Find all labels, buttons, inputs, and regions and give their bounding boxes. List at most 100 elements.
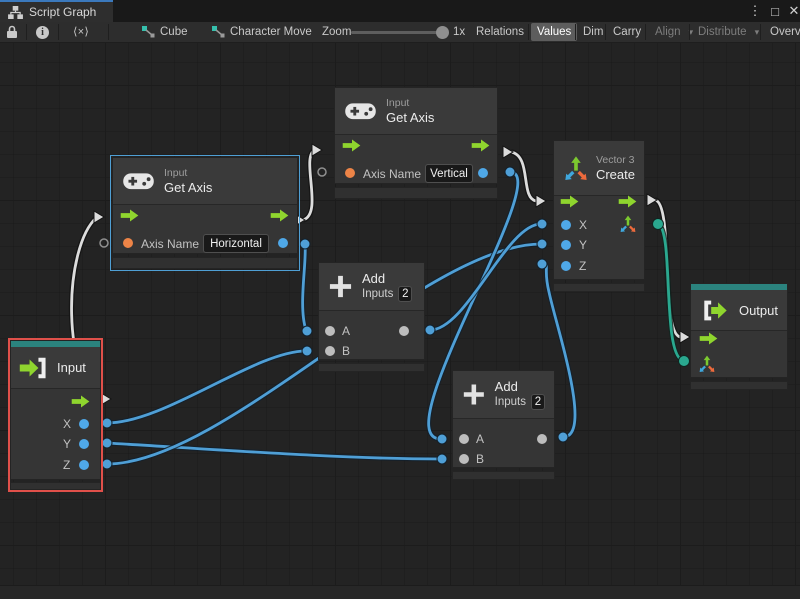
add-a-port[interactable] — [459, 434, 469, 444]
gamepad-icon — [122, 171, 155, 192]
flow-out-port[interactable] — [471, 139, 491, 152]
node-title: Get Axis — [164, 180, 212, 195]
breadcrumb-cube[interactable]: Cube — [142, 22, 188, 42]
z-label: Z — [63, 458, 70, 472]
node-title: Add — [495, 379, 545, 394]
breadcrumb-cube-label: Cube — [160, 26, 188, 38]
node-get-axis-horizontal[interactable]: Input Get Axis Axis Name Horizontal — [112, 157, 298, 269]
inputs-count-field[interactable]: 2 — [531, 394, 545, 410]
axis-name-port[interactable] — [345, 168, 355, 178]
code-icon: ⟨×⟩ — [72, 25, 89, 39]
inputs-label: Inputs — [362, 288, 393, 300]
node-kicker: Input — [164, 167, 212, 180]
tab-script-graph[interactable]: Script Graph — [0, 0, 113, 22]
info-button[interactable]: i — [36, 22, 49, 42]
script-graph-window: Input Get Axis Axis Name Horizontal Inpu… — [0, 0, 800, 599]
axis-name-field[interactable]: Vertical — [425, 164, 473, 183]
x-label: X — [579, 218, 587, 232]
node-input[interactable]: Input X Y Z — [8, 338, 103, 492]
value-wire-getaxis-h-to-add1-a[interactable] — [303, 244, 306, 330]
node-add-2[interactable]: Add Inputs 2 A B — [452, 370, 555, 480]
flow-out-port[interactable] — [270, 209, 290, 222]
y-label: Y — [579, 238, 587, 252]
info-icon: i — [36, 26, 49, 39]
zoom-slider-track[interactable] — [351, 31, 447, 34]
overview-button[interactable]: Overv — [764, 22, 800, 42]
gamepad-icon — [344, 101, 377, 122]
breadcrumb-character-move-label: Character Move — [230, 26, 312, 38]
node-add-1[interactable]: Add Inputs 2 A B — [318, 262, 425, 372]
vector3-icon — [563, 154, 589, 183]
distribute-dropdown[interactable]: Distribute ▾ — [692, 22, 765, 42]
input-icon — [18, 356, 50, 380]
add-result-port[interactable] — [399, 326, 409, 336]
flow-in-port[interactable] — [699, 332, 719, 345]
axis-name-label: Axis Name — [141, 237, 199, 251]
maximize-icon[interactable]: □ — [765, 0, 785, 22]
add-b-label: B — [476, 452, 484, 466]
graph-icon — [8, 6, 23, 19]
flow-out-port[interactable] — [71, 395, 91, 408]
breadcrumb-character-move[interactable]: Character Move — [212, 22, 312, 42]
zoom-slider-handle[interactable] — [436, 26, 449, 39]
lock-button[interactable] — [6, 22, 18, 42]
graph-unit-icon — [212, 26, 225, 38]
add-b-port[interactable] — [325, 346, 335, 356]
y-label: Y — [63, 437, 71, 451]
inputs-count-field[interactable]: 2 — [398, 286, 412, 302]
tab-label: Script Graph — [29, 5, 96, 19]
flow-in-port[interactable] — [560, 195, 580, 208]
add-a-port[interactable] — [325, 326, 335, 336]
z-label: Z — [579, 259, 586, 273]
node-title: Create — [596, 167, 635, 182]
y-port[interactable] — [79, 439, 89, 449]
node-output[interactable]: Output — [690, 283, 788, 390]
axis-name-field[interactable]: Horizontal — [203, 234, 269, 253]
zoom-label: Zoom — [322, 22, 351, 42]
add-b-label: B — [342, 344, 350, 358]
chevron-down-icon: ▾ — [755, 27, 760, 38]
plus-icon — [328, 274, 353, 299]
flow-wire-getaxis-h-to-getaxis-v[interactable] — [295, 144, 322, 226]
node-vector3-create[interactable]: Vector 3 Create X Y Z — [553, 140, 645, 292]
vector3-in-port[interactable] — [698, 355, 716, 373]
x-label: X — [63, 417, 71, 431]
add-b-port[interactable] — [459, 454, 469, 464]
vector3-result-port[interactable] — [619, 215, 637, 233]
axis-name-port[interactable] — [123, 238, 133, 248]
inputs-label: Inputs — [495, 396, 526, 408]
node-kicker: Vector 3 — [596, 154, 635, 167]
add-a-label: A — [342, 324, 350, 338]
flow-in-port[interactable] — [342, 139, 362, 152]
y-port[interactable] — [561, 240, 571, 250]
node-kicker: Input — [386, 97, 434, 110]
axis-name-label: Axis Name — [363, 167, 421, 181]
zoom-value: 1x — [453, 22, 465, 42]
close-icon[interactable]: ✕ — [784, 0, 800, 22]
values-button[interactable]: Values — [531, 23, 577, 41]
code-view-button[interactable]: ⟨×⟩ — [72, 22, 89, 42]
lock-icon — [6, 25, 18, 39]
flow-in-port[interactable] — [120, 209, 140, 222]
relations-button[interactable]: Relations — [470, 22, 530, 42]
node-title: Input — [57, 360, 86, 375]
z-port[interactable] — [79, 460, 89, 470]
add-a-label: A — [476, 432, 484, 446]
distribute-label: Distribute — [698, 26, 747, 38]
tab-bar: Script Graph ⋮ □ ✕ — [0, 0, 800, 22]
graph-unit-icon — [142, 26, 155, 38]
flow-out-port[interactable] — [618, 195, 638, 208]
node-get-axis-vertical[interactable]: Input Get Axis Axis Name Vertical — [334, 87, 498, 199]
plus-icon — [462, 382, 486, 407]
x-port[interactable] — [79, 419, 89, 429]
output-icon — [700, 298, 731, 323]
carry-button[interactable]: Carry — [607, 22, 647, 42]
z-port[interactable] — [561, 261, 571, 271]
x-port[interactable] — [561, 220, 571, 230]
add-result-port[interactable] — [537, 434, 547, 444]
kebab-menu-icon[interactable]: ⋮ — [745, 0, 765, 22]
value-wire-vector3-to-output[interactable] — [658, 224, 682, 360]
axis-value-out-port[interactable] — [278, 238, 288, 248]
align-label: Align — [655, 26, 681, 38]
axis-value-out-port[interactable] — [478, 168, 488, 178]
